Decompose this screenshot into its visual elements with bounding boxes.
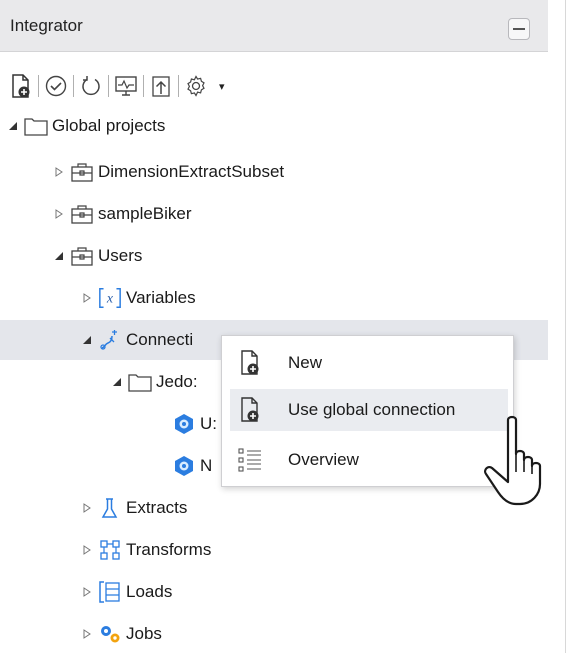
toolbar-separator — [108, 75, 109, 97]
integrator-panel: Integrator ▾ Global projects DimensionEx… — [0, 0, 566, 653]
hand-cursor-icon — [484, 415, 542, 506]
project-icon — [70, 160, 94, 184]
tree-label: U: — [200, 414, 217, 433]
refresh-icon[interactable] — [78, 71, 104, 101]
connection-icon — [98, 328, 122, 352]
collapsed-arrow-icon[interactable] — [80, 501, 94, 515]
project-icon — [70, 244, 94, 268]
load-icon — [98, 580, 122, 604]
panel-title: Integrator — [10, 16, 83, 35]
new-document-icon — [230, 343, 270, 383]
toolbar: ▾ — [8, 68, 225, 104]
tree-node-global-projects[interactable]: Global projects — [0, 106, 548, 146]
expanded-arrow-icon[interactable] — [52, 249, 66, 263]
database-connection-icon — [172, 412, 196, 436]
folder-icon — [24, 114, 48, 138]
toolbar-separator — [143, 75, 144, 97]
collapsed-arrow-icon[interactable] — [80, 585, 94, 599]
check-icon[interactable] — [43, 71, 69, 101]
menu-item-label: New — [288, 353, 323, 372]
menu-item-new[interactable]: New — [230, 342, 508, 384]
upload-icon[interactable] — [148, 71, 174, 101]
menu-item-overview[interactable]: Overview — [230, 439, 508, 481]
collapsed-arrow-icon[interactable] — [80, 627, 94, 641]
tree-label: Transforms — [126, 540, 212, 559]
tree-label: Variables — [126, 288, 196, 307]
expanded-arrow-icon[interactable] — [6, 119, 20, 133]
tree-node-variables[interactable]: x Variables — [0, 278, 548, 318]
collapsed-arrow-icon[interactable] — [80, 543, 94, 557]
transform-icon — [98, 538, 122, 562]
collapsed-arrow-icon[interactable] — [80, 291, 94, 305]
database-connection-icon — [172, 454, 196, 478]
monitor-icon[interactable] — [113, 71, 139, 101]
variable-icon: x — [98, 286, 122, 310]
minimize-button[interactable] — [508, 18, 530, 40]
panel-titlebar: Integrator — [0, 0, 548, 52]
expanded-arrow-icon[interactable] — [80, 333, 94, 347]
new-document-icon[interactable] — [8, 71, 34, 101]
tree-node-jobs[interactable]: Jobs — [0, 614, 548, 653]
tree-node-sample-biker[interactable]: sampleBiker — [0, 194, 548, 234]
collapsed-arrow-icon[interactable] — [52, 165, 66, 179]
new-document-icon — [230, 390, 270, 430]
folder-icon — [128, 370, 152, 394]
toolbar-separator — [38, 75, 39, 97]
toolbar-separator — [178, 75, 179, 97]
tree-label: Connecti — [126, 330, 194, 349]
project-icon — [70, 202, 94, 226]
menu-item-label: Overview — [288, 450, 359, 469]
menu-item-label: Use global connection — [288, 400, 456, 419]
tree-node-transforms[interactable]: Transforms — [0, 530, 548, 570]
gears-icon — [98, 622, 122, 646]
tree-label: DimensionExtractSubset — [98, 162, 285, 181]
toolbar-separator — [73, 75, 74, 97]
tree-label: Jobs — [126, 624, 162, 643]
tree-label: Loads — [126, 582, 173, 601]
tree-node-loads[interactable]: Loads — [0, 572, 548, 612]
tree-label: Jedo: — [156, 372, 198, 391]
flask-icon — [98, 496, 122, 520]
tree-label: Extracts — [126, 498, 188, 517]
gear-icon[interactable] — [183, 71, 209, 101]
tree-label: Global projects — [52, 116, 166, 135]
tree-label: N — [200, 456, 213, 475]
tree-node-users[interactable]: Users — [0, 236, 548, 276]
menu-item-use-global-connection[interactable]: Use global connection — [230, 389, 508, 431]
toolbar-dropdown-toggle[interactable]: ▾ — [219, 80, 225, 93]
svg-text:x: x — [106, 291, 114, 306]
context-menu: New Use global connection Overview — [221, 335, 514, 487]
list-icon — [230, 440, 270, 480]
expanded-arrow-icon[interactable] — [110, 375, 124, 389]
tree-node-extracts[interactable]: Extracts — [0, 488, 548, 528]
tree-label: sampleBiker — [98, 204, 192, 223]
collapsed-arrow-icon[interactable] — [52, 207, 66, 221]
tree-label: Users — [98, 246, 143, 265]
tree-node-dimension-extract-subset[interactable]: DimensionExtractSubset — [0, 152, 548, 192]
